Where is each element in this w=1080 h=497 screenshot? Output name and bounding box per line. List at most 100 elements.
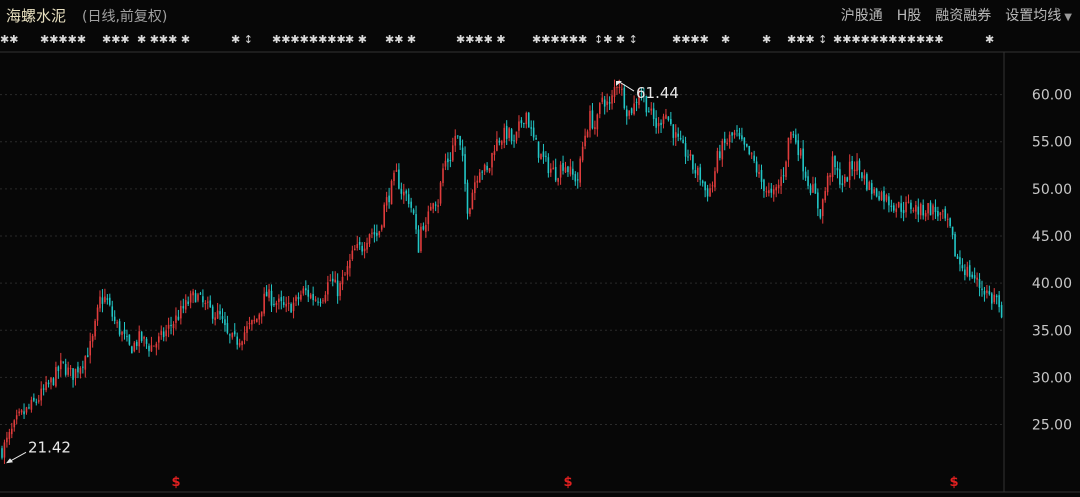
candle-down <box>817 192 819 209</box>
dividend-marker: $ <box>171 475 180 490</box>
y-tick-label: 35.00 <box>1032 323 1072 339</box>
candle-up <box>721 140 724 160</box>
candle-down <box>971 274 973 278</box>
candle-down <box>795 134 797 143</box>
candle-down <box>542 151 545 157</box>
candle-up <box>258 314 261 320</box>
candle-down <box>547 157 550 174</box>
candle-down <box>23 411 25 415</box>
candle-down <box>944 208 947 219</box>
candle-up <box>628 110 630 116</box>
candle-down <box>961 265 964 269</box>
candle-up <box>207 301 209 303</box>
candle-down <box>265 291 268 297</box>
candle-up <box>197 294 199 301</box>
candle-up <box>493 151 496 155</box>
candle-up <box>711 185 714 187</box>
candle-down <box>398 169 400 189</box>
candle-up <box>160 331 163 335</box>
candlestick-chart[interactable]: 60.00 55.00 50.00 45.00 40.00 35.00 30.00 25.00… <box>0 0 1080 497</box>
candle-down <box>415 214 417 230</box>
candle-down <box>1000 305 1003 318</box>
candle-down <box>679 137 682 140</box>
candle-down <box>331 278 334 282</box>
candle-up <box>167 324 170 329</box>
candle-down <box>400 189 403 194</box>
candle-down <box>804 171 807 178</box>
candle-up <box>380 225 383 230</box>
candle-up <box>268 289 270 298</box>
candle-down <box>447 158 449 163</box>
candle-down <box>135 341 138 346</box>
candle-down <box>900 203 902 212</box>
candle-down <box>523 122 525 124</box>
candle-up <box>3 442 6 458</box>
candle-up <box>618 87 621 89</box>
y-tick-label: 55.00 <box>1032 135 1072 151</box>
candle-up <box>116 322 118 324</box>
peak-pointer <box>617 80 635 92</box>
candle-up <box>880 192 883 200</box>
candle-down <box>792 134 795 136</box>
low-price-label: 21.42 <box>28 438 71 456</box>
candle-down <box>951 226 954 236</box>
candle-up <box>613 87 616 97</box>
candle-down <box>635 101 638 103</box>
candle-up <box>243 332 246 340</box>
candle-up <box>775 187 777 191</box>
candle-up <box>557 178 559 182</box>
candle-down <box>699 167 702 180</box>
candle-down <box>412 209 415 214</box>
candle-down <box>746 143 748 147</box>
candle-down <box>670 119 672 125</box>
candle-down <box>978 279 981 288</box>
candle-up <box>153 345 155 347</box>
candle-down <box>530 127 532 129</box>
candle-up <box>581 146 584 161</box>
candle-up <box>390 180 393 205</box>
candle-up <box>341 276 344 285</box>
candle-up <box>787 137 790 160</box>
candle-up <box>322 300 324 302</box>
candle-down <box>486 165 488 170</box>
candle-up <box>18 411 20 414</box>
candle-up <box>785 161 787 177</box>
candle-down <box>988 291 991 295</box>
candle-up <box>20 410 23 413</box>
candle-down <box>221 316 224 319</box>
candle-down <box>131 346 133 354</box>
candle-up <box>848 161 851 181</box>
candle-up <box>91 335 94 342</box>
candle-up <box>429 206 432 211</box>
candle-down <box>956 256 959 259</box>
candle-down <box>870 183 873 194</box>
candle-down <box>128 334 131 345</box>
candle-up <box>334 279 336 283</box>
candle-down <box>510 129 513 142</box>
candle-up <box>868 181 871 190</box>
candle-up <box>919 203 922 216</box>
candle-down <box>47 382 50 385</box>
candle-down <box>545 155 547 157</box>
candle-down <box>814 183 817 194</box>
candle-up <box>844 176 846 184</box>
candle-up <box>165 330 167 337</box>
y-tick-label: 25.00 <box>1032 418 1072 434</box>
y-tick-label: 60.00 <box>1032 88 1072 104</box>
candle-up <box>777 184 780 189</box>
candle-down <box>162 331 165 338</box>
candle-down <box>273 303 275 305</box>
candle-up <box>346 266 349 275</box>
candle-down <box>461 147 464 156</box>
candle-up <box>905 202 907 213</box>
candle-down <box>513 140 515 142</box>
candle-up <box>611 95 613 104</box>
candle-down <box>748 145 751 155</box>
candle-up <box>895 208 898 212</box>
candle-up <box>55 367 57 387</box>
candle-down <box>648 111 650 113</box>
candle-down <box>910 202 912 210</box>
candle-up <box>726 142 728 144</box>
candle-up <box>476 180 479 183</box>
candle-down <box>305 288 307 291</box>
